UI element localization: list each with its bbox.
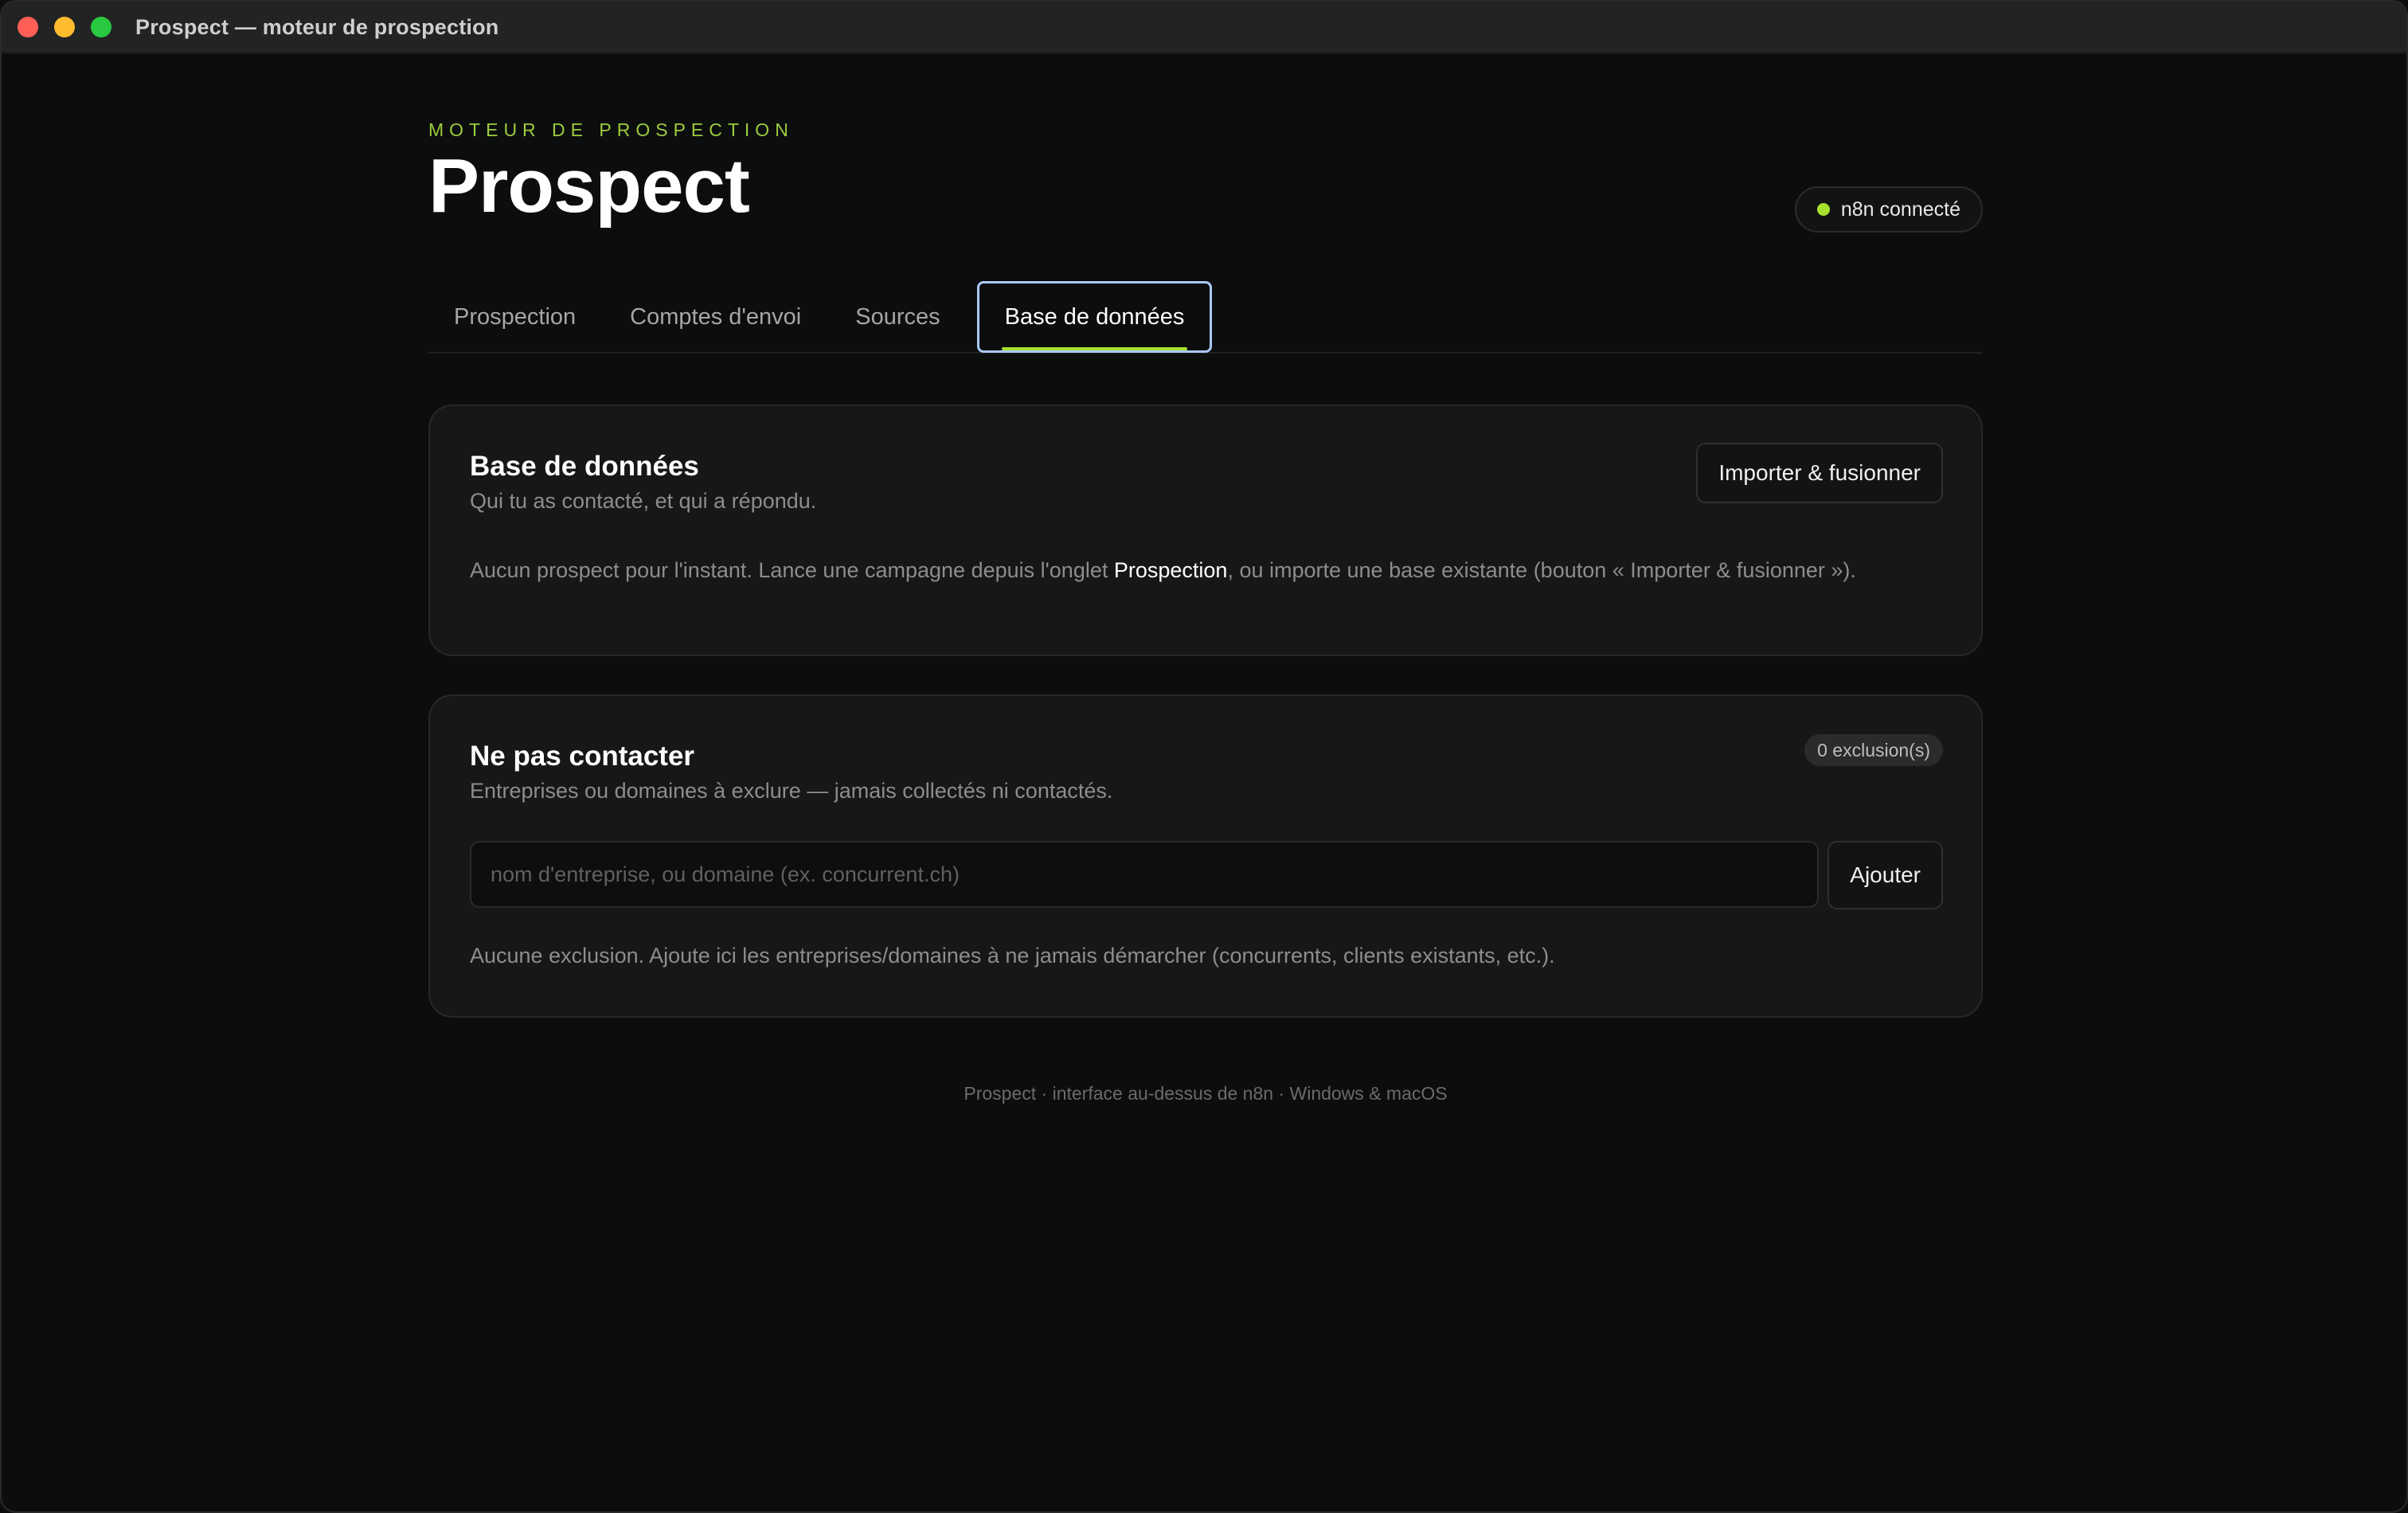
database-empty-message: Aucun prospect pour l'instant. Lance une…	[470, 554, 1951, 586]
window-controls	[18, 17, 111, 37]
title-bar: Prospect — moteur de prospection	[2, 2, 2406, 54]
prospection-tab-reference: Prospection	[1113, 558, 1228, 582]
tab-bar: Prospection Comptes d'envoi Sources Base…	[428, 281, 1983, 354]
do-not-contact-title: Ne pas contacter	[470, 741, 695, 772]
app-eyebrow: MOTEUR DE PROSPECTION	[428, 119, 794, 140]
tab-sources[interactable]: Sources	[830, 281, 965, 353]
tab-base-de-donnees[interactable]: Base de données	[976, 281, 1213, 353]
empty-message-start: Aucun prospect pour l'instant. Lance une…	[470, 558, 1114, 582]
page-title: Prospect	[428, 143, 750, 229]
exclusion-count-badge: 0 exclusion(s)	[1804, 734, 1943, 766]
import-merge-button[interactable]: Importer & fusionner	[1696, 443, 1943, 503]
minimize-window-button[interactable]	[54, 17, 75, 37]
do-not-contact-card: Ne pas contacter Entreprises ou domaines…	[428, 694, 1983, 1018]
status-dot-icon	[1816, 203, 1830, 216]
tab-prospection[interactable]: Prospection	[428, 281, 601, 353]
add-exclusion-button[interactable]: Ajouter	[1828, 841, 1943, 909]
do-not-contact-subtitle: Entreprises ou domaines à exclure — jama…	[470, 779, 1113, 803]
footer: Prospect · interface au-dessus de n8n · …	[964, 1083, 1448, 1104]
close-window-button[interactable]	[18, 17, 38, 37]
connection-status-text: n8n connecté	[1840, 197, 1960, 221]
database-card: Base de données Qui tu as contacté, et q…	[428, 405, 1983, 656]
connection-status-badge: n8n connecté	[1794, 186, 1983, 233]
window-title: Prospect — moteur de prospection	[135, 14, 499, 39]
tab-comptes-envoi[interactable]: Comptes d'envoi	[604, 281, 827, 353]
exclusion-empty-message: Aucune exclusion. Ajoute ici les entrepr…	[470, 944, 1555, 968]
empty-message-end: , ou importe une base existante (bouton …	[1227, 558, 1856, 582]
database-card-subtitle: Qui tu as contacté, et qui a répondu.	[470, 489, 817, 513]
database-card-title: Base de données	[470, 451, 699, 482]
exclusion-input[interactable]	[470, 841, 1819, 908]
zoom-window-button[interactable]	[91, 17, 111, 37]
app-window: Prospect — moteur de prospection MOTEUR …	[0, 0, 2408, 1513]
